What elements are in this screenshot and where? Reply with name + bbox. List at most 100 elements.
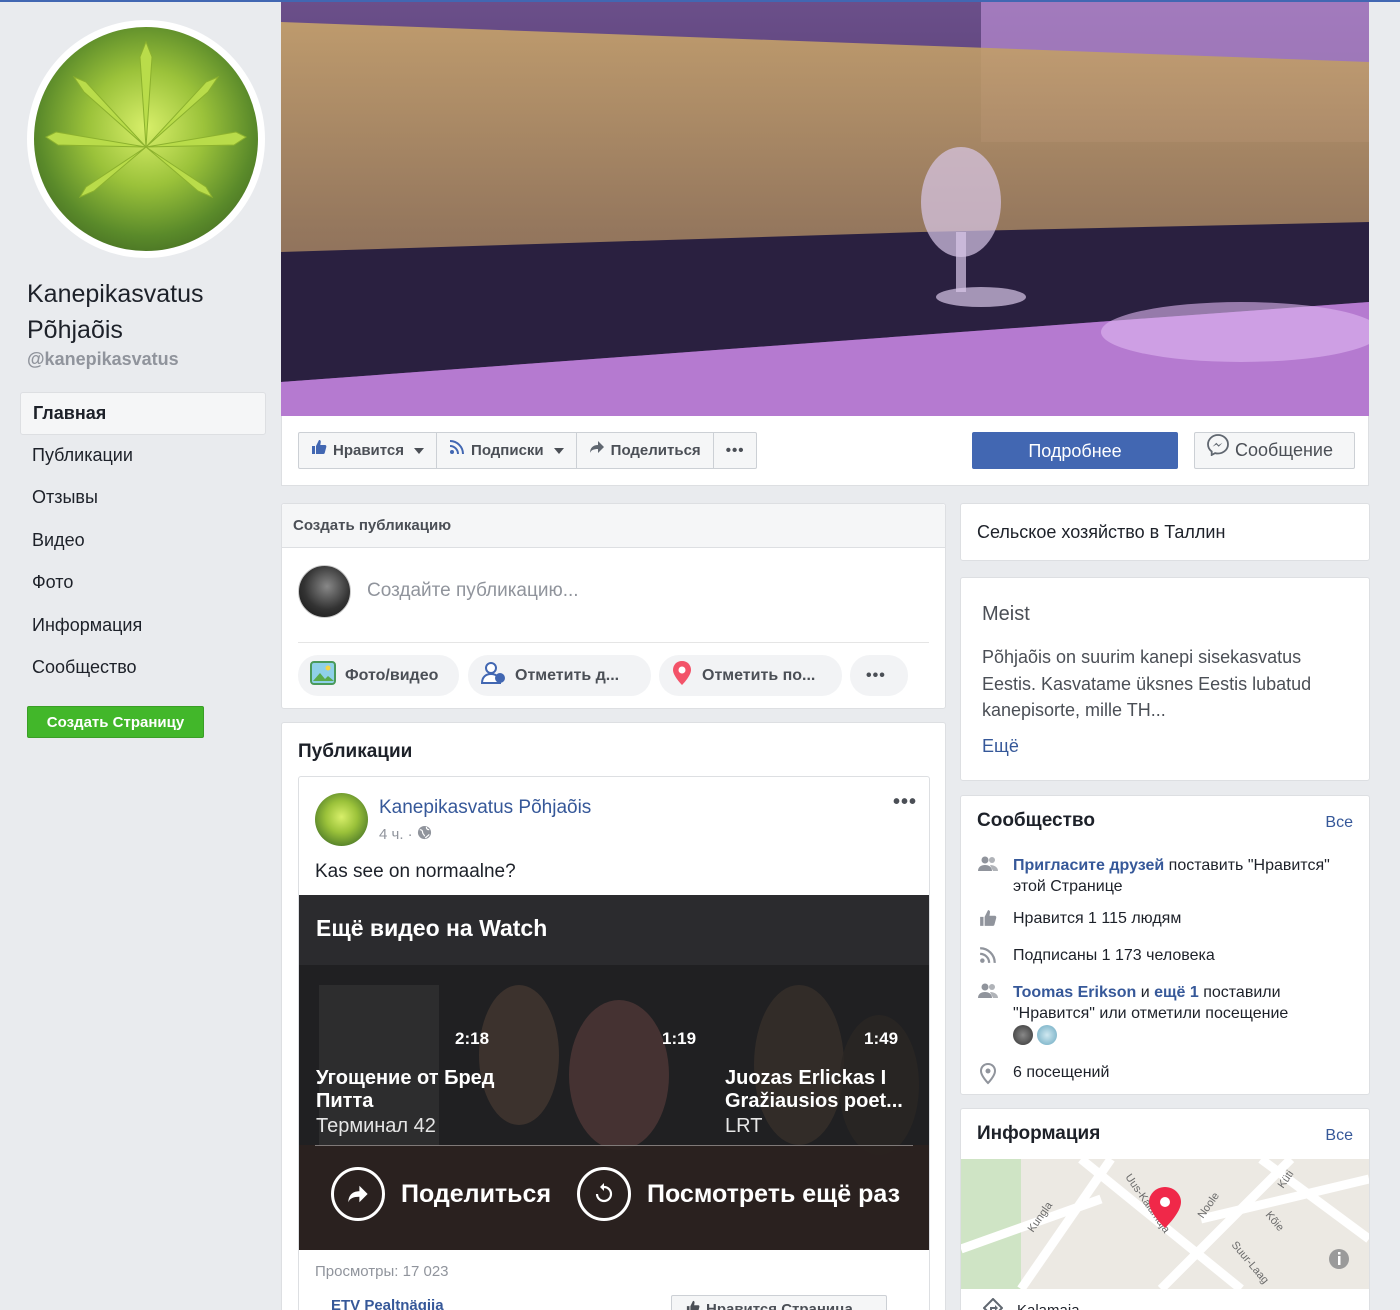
tag-people-icon — [480, 661, 506, 690]
post-meta: 4 ч. · — [379, 825, 432, 844]
composer-more-button[interactable]: ••• — [850, 655, 908, 696]
see-more-link[interactable]: Ещё — [982, 736, 1019, 757]
location-pin-icon — [977, 1062, 999, 1085]
invite-text: Пригласите друзей поставить "Нравится" э… — [1013, 855, 1357, 897]
page-profile-picture[interactable] — [27, 20, 265, 258]
friends-liked-text: Toomas Erikson и ещё 1 поставили "Нравит… — [1013, 982, 1357, 1045]
chevron-down-icon — [553, 447, 564, 454]
watch-more-heading: Ещё видео на Watch — [316, 915, 548, 941]
divider — [315, 1145, 913, 1146]
nav-item-videos[interactable]: Видео — [20, 520, 266, 563]
visits-row: 6 посещений — [977, 1062, 1357, 1085]
like-page-label: Нравится Страница — [706, 1301, 853, 1310]
create-page-button[interactable]: Создать Страницу — [27, 706, 204, 738]
nav-item-photos[interactable]: Фото — [20, 562, 266, 605]
likes-count: Нравится 1 115 людям — [1013, 910, 1182, 927]
about-text: Põhjaõis on suurim kanepi sisekasvatus E… — [982, 647, 1312, 720]
tag-friends-button[interactable]: Отметить д... — [468, 655, 651, 696]
friend-link[interactable]: Toomas Erikson — [1013, 984, 1136, 1001]
cannabis-leaf-image — [34, 27, 258, 251]
send-message-button[interactable]: Сообщение — [1194, 432, 1355, 469]
visits-count: 6 посещений — [1013, 1064, 1110, 1081]
share-label: Поделиться — [610, 442, 701, 459]
learn-more-button[interactable]: Подробнее — [972, 432, 1178, 469]
post-author[interactable]: Kanepikasvatus Põhjaõis — [379, 797, 591, 819]
page-name: Kanepikasvatus Põhjaõis — [27, 280, 204, 344]
messenger-icon — [1207, 433, 1229, 468]
about-title: Meist — [982, 603, 1030, 625]
follow-label: Подписки — [471, 442, 544, 459]
location-map[interactable]: Kungla Uus-Kalamaja Noole Kõie Küti Suur… — [961, 1159, 1369, 1289]
nav-item-posts[interactable]: Публикации — [20, 435, 266, 478]
suggested-video-source: LRT — [725, 1115, 763, 1137]
post-time[interactable]: 4 ч. · — [379, 826, 413, 843]
check-in-button[interactable]: Отметить по... — [659, 655, 842, 696]
page-handle[interactable]: @kanepikasvatus — [27, 349, 179, 370]
video-share-button[interactable]: Поделиться — [331, 1167, 551, 1221]
community-see-all-link[interactable]: Все — [1325, 814, 1353, 832]
share-arrow-icon — [331, 1167, 385, 1221]
location-pin-icon — [671, 660, 693, 691]
tag-friends-label: Отметить д... — [515, 666, 620, 684]
like-page-button[interactable]: Нравится Страница — [671, 1295, 887, 1310]
page-nav: Главная Публикации Отзывы Видео Фото Инф… — [20, 392, 266, 690]
follows-count: Подписаны 1 173 человека — [1013, 947, 1215, 964]
replay-label: Посмотреть ещё раз — [647, 1179, 901, 1208]
thumbs-up-icon — [686, 1296, 700, 1310]
post-text: Kas see on normaalne? — [315, 861, 516, 882]
posts-section: Публикации Kanepikasvatus Põhjaõis 4 ч. … — [281, 722, 946, 1310]
posts-title: Публикации — [298, 741, 413, 762]
like-button[interactable]: Нравится — [299, 433, 438, 468]
nav-item-community[interactable]: Сообщество — [20, 647, 266, 690]
share-button[interactable]: Поделиться — [577, 433, 714, 468]
photo-icon — [310, 661, 336, 690]
composer-input[interactable]: Создайте публикацию... — [367, 580, 579, 602]
user-avatar — [298, 565, 351, 618]
thumbs-up-icon — [311, 433, 327, 468]
divider — [298, 642, 929, 643]
nav-item-home[interactable]: Главная — [20, 392, 266, 435]
like-label: Нравится — [333, 442, 405, 459]
post-card: Kanepikasvatus Põhjaõis 4 ч. · ••• Kas s… — [298, 776, 930, 1310]
friend-avatar[interactable] — [1037, 1024, 1057, 1045]
grow-room-image — [281, 2, 1369, 416]
message-label: Сообщение — [1235, 440, 1333, 460]
likes-row: Нравится 1 115 людям — [977, 908, 1357, 929]
community-card: Сообщество Все Пригласите друзей постави… — [960, 795, 1370, 1095]
people-icon — [977, 855, 999, 897]
map-image: Kungla Uus-Kalamaja Noole Kõie Küti Suur… — [961, 1159, 1369, 1289]
friend-avatar[interactable] — [1013, 1024, 1033, 1045]
photo-video-label: Фото/видео — [345, 666, 439, 684]
invite-friends-link[interactable]: Пригласите друзей — [1013, 857, 1164, 874]
info-title: Информация — [977, 1123, 1101, 1144]
suggested-video-title[interactable]: Juozas Erlickas I Gražiausios poet... — [725, 1067, 915, 1113]
info-see-all-link[interactable]: Все — [1325, 1127, 1353, 1145]
page-category[interactable]: Сельское хозяйство в Таллин — [977, 522, 1225, 543]
category-card: Сельское хозяйство в Таллин — [960, 503, 1370, 561]
rss-icon — [449, 433, 465, 468]
video-duration: 1:19 — [662, 1029, 697, 1048]
nav-item-about[interactable]: Информация — [20, 605, 266, 648]
chevron-down-icon — [414, 447, 425, 454]
post-author-avatar[interactable] — [315, 793, 368, 846]
replay-button[interactable]: Посмотреть ещё раз — [577, 1167, 900, 1221]
create-post-card: Создать публикацию Создайте публикацию..… — [281, 503, 946, 709]
address-text: Kalamaja — [1017, 1301, 1080, 1310]
video-player[interactable]: Ещё видео на Watch 2:18 1:19 1:49 Угощен… — [299, 895, 929, 1250]
follow-button[interactable]: Подписки — [437, 433, 577, 468]
video-duration: 2:18 — [455, 1029, 490, 1048]
suggested-video-title[interactable]: Угощение от Бред Питта — [316, 1067, 506, 1113]
nav-item-reviews[interactable]: Отзывы — [20, 477, 266, 520]
more-friends-link[interactable]: ещё 1 — [1154, 984, 1199, 1001]
left-column: Kanepikasvatus Põhjaõis @kanepikasvatus … — [0, 0, 280, 1310]
cover-photo[interactable] — [281, 2, 1369, 416]
address-row: Kalamaja — [982, 1297, 1080, 1310]
suggested-video-source: Терминал 42 — [316, 1115, 436, 1137]
shared-page-link[interactable]: ETV Pealtnägija — [331, 1297, 444, 1310]
more-options-button[interactable]: ••• — [714, 433, 757, 468]
page-action-group: Нравится Подписки Поделиться ••• — [298, 432, 758, 469]
follows-row: Подписаны 1 173 человека — [977, 945, 1357, 966]
photo-video-button[interactable]: Фото/видео — [298, 655, 459, 696]
share-arrow-icon — [589, 433, 605, 468]
post-options-button[interactable]: ••• — [893, 791, 917, 814]
